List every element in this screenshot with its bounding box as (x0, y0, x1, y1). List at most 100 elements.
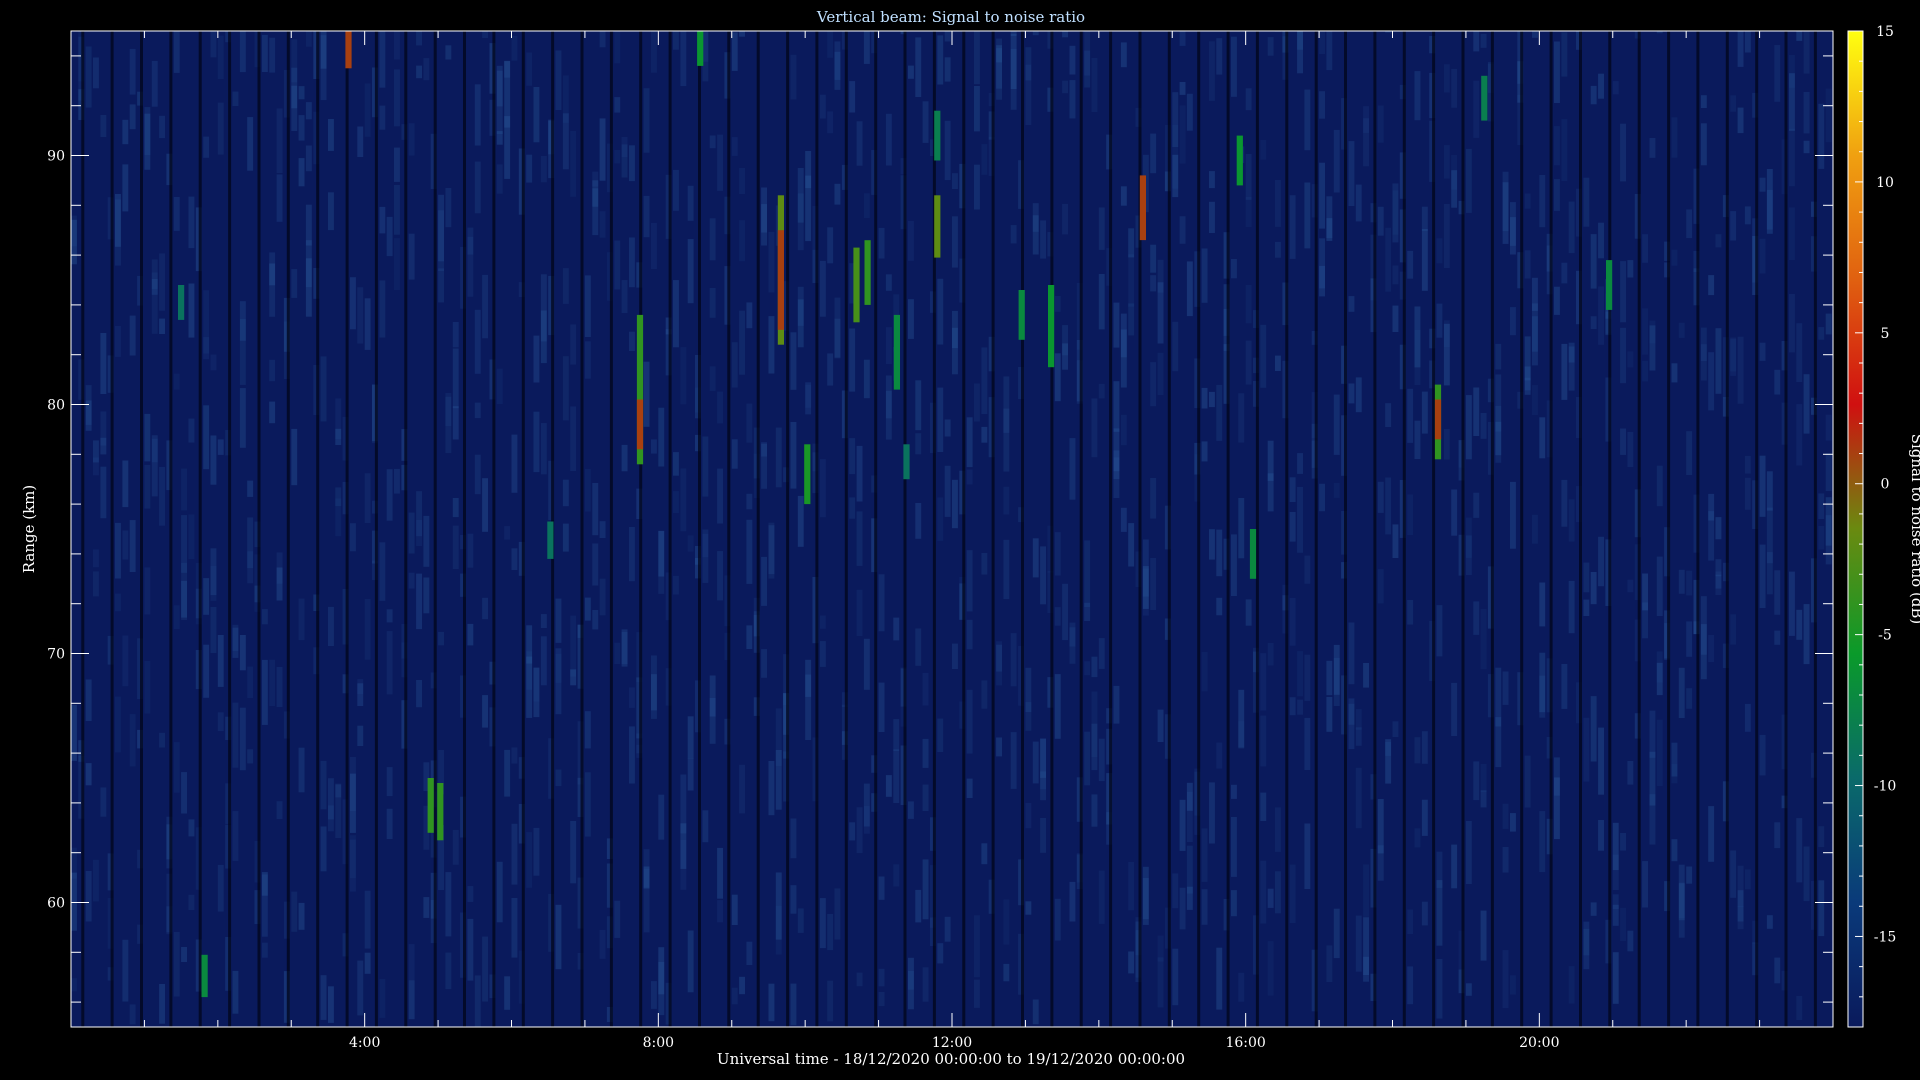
chart-title: Vertical beam: Signal to noise ratio (816, 8, 1085, 26)
noise-cell (1392, 305, 1399, 332)
data-gap-stripe (580, 31, 584, 1027)
noise-cell (159, 253, 165, 311)
noise-cell (379, 280, 386, 338)
noise-cell (482, 695, 488, 728)
noise-cell (1436, 880, 1443, 946)
noise-cell (1186, 261, 1193, 317)
noise-cell (1642, 861, 1648, 908)
noise-cell (658, 794, 665, 840)
noise-cell (71, 872, 77, 931)
noise-cell (239, 319, 246, 385)
noise-cell (1789, 128, 1795, 187)
noise-cell (1656, 465, 1663, 507)
noise-cell (621, 632, 628, 665)
noise-cell (629, 687, 635, 708)
noise-cell (863, 638, 870, 690)
noise-cell (1010, 48, 1017, 110)
noise-cell (1620, 123, 1626, 182)
noise-cell (181, 562, 187, 620)
noise-cell (827, 353, 834, 386)
noise-cell (1297, 486, 1303, 553)
noise-cell (768, 316, 775, 374)
noise-cell (1627, 431, 1634, 468)
noise-cell (1150, 133, 1157, 174)
noise-cell (328, 119, 334, 151)
noise-cell (1275, 180, 1281, 227)
noise-cell (1304, 89, 1311, 151)
noise-cell (1436, 303, 1443, 338)
noise-cell (1245, 340, 1252, 385)
noise-cell (1091, 656, 1098, 678)
noise-cell (1407, 388, 1414, 443)
noise-cell (1796, 818, 1803, 883)
noise-cell (952, 643, 958, 669)
noise-cell (93, 571, 99, 597)
noise-cell (1789, 207, 1795, 260)
noise-cell (849, 81, 856, 113)
noise-cell (1656, 31, 1663, 34)
y-tick-label: 90 (47, 149, 65, 165)
noise-cell (717, 551, 723, 601)
data-gap-stripe (1079, 31, 1083, 1027)
noise-cell (658, 961, 665, 1016)
noise-cell (1532, 316, 1538, 352)
noise-cell (1128, 523, 1135, 567)
data-gap-stripe (169, 31, 173, 1027)
noise-cell (1209, 529, 1215, 560)
noise-cell (1561, 479, 1568, 527)
noise-cell (570, 131, 577, 197)
noise-cell (1319, 91, 1325, 119)
noise-cell (1186, 93, 1193, 131)
noise-cell (1495, 343, 1502, 370)
data-gap-stripe (1813, 31, 1817, 1027)
noise-cell (1414, 420, 1421, 459)
noise-cell (1179, 31, 1186, 46)
noise-cell (188, 418, 195, 443)
noise-cell (592, 188, 599, 236)
noise-cell (188, 196, 195, 249)
noise-cell (680, 347, 687, 405)
noise-cell (350, 757, 356, 812)
noise-cell (1216, 947, 1223, 1010)
noise-cell (651, 222, 657, 269)
noise-cell (423, 58, 430, 81)
noise-cell (217, 102, 224, 155)
noise-cell (908, 957, 914, 1010)
noise-cell (775, 427, 782, 488)
noise-cell (173, 932, 180, 997)
noise-cell (1744, 206, 1751, 225)
noise-cell (144, 661, 151, 714)
noise-cell (651, 439, 657, 454)
noise-cell (768, 761, 775, 816)
noise-cell (1113, 302, 1120, 348)
noise-cell (408, 980, 415, 1020)
noise-cell (1377, 481, 1384, 513)
noise-cell (673, 452, 679, 476)
data-gap-stripe (698, 31, 701, 1027)
noise-cell (1803, 846, 1810, 902)
noise-cell (1627, 579, 1634, 593)
noise-cell (364, 298, 371, 350)
x-tick-label: 4:00 (349, 1035, 380, 1051)
noise-cell (1186, 845, 1193, 894)
noise-cell (937, 35, 944, 85)
noise-cell (1025, 803, 1032, 829)
noise-cell (1796, 31, 1803, 41)
noise-cell (1245, 599, 1252, 626)
noise-cell (702, 810, 709, 843)
colorbar-tick-label: 10 (1876, 175, 1894, 191)
noise-cell (1385, 31, 1392, 33)
noise-cell (129, 104, 136, 130)
noise-cell (1032, 538, 1039, 578)
noise-cell (1377, 569, 1384, 604)
noise-cell (526, 625, 533, 664)
noise-cell (1774, 957, 1781, 984)
noise-cell (1289, 597, 1296, 646)
noise-cell (210, 565, 217, 601)
noise-cell (1245, 197, 1252, 227)
noise-cell (1590, 85, 1597, 105)
noise-cell (680, 31, 687, 87)
noise-cell (1465, 148, 1472, 213)
noise-cell (85, 46, 92, 108)
noise-cell (1355, 377, 1362, 413)
